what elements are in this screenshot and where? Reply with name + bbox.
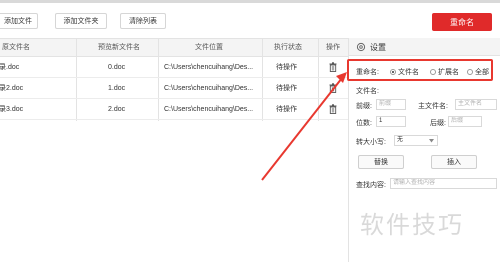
cell-preview-name: 2.doc: [108, 106, 126, 113]
header-location: 文件位置: [195, 44, 223, 51]
find-label: 查找内容:: [356, 182, 386, 189]
digits-label: 位数:: [356, 120, 372, 127]
cell-location: C:\Users\chencuihang\Des...: [164, 64, 254, 71]
trash-icon[interactable]: [329, 62, 337, 72]
header-status: 执行状态: [274, 44, 302, 51]
trash-icon[interactable]: [329, 83, 337, 93]
cell-status: 待操作: [276, 106, 297, 113]
cell-preview-name: 1.doc: [108, 85, 126, 92]
cell-status: 待操作: [276, 85, 297, 92]
header-action: 操作: [326, 44, 340, 51]
filename-section-label: 文件名:: [356, 88, 379, 95]
table-row[interactable]: 目录3.doc 2.doc C:\Users\chencuihang\Des..…: [0, 99, 348, 120]
suffix-input[interactable]: 后缀: [448, 116, 482, 127]
cell-preview-name: 0.doc: [108, 64, 126, 71]
cell-location: C:\Users\chencuihang\Des...: [164, 85, 254, 92]
header-preview-name: 预览新文件名: [98, 44, 140, 51]
case-label: 转大小写:: [356, 139, 386, 146]
settings-header: 设置: [349, 38, 500, 56]
annotation-highlight-box: [347, 59, 493, 81]
prefix-input[interactable]: 前缀: [376, 99, 406, 110]
trash-icon[interactable]: [329, 104, 337, 114]
add-file-button[interactable]: 添加文件: [0, 13, 38, 29]
case-select[interactable]: 无: [394, 135, 438, 146]
add-folder-button[interactable]: 添加文件夹: [55, 13, 107, 29]
find-input[interactable]: 请输入查找内容: [390, 178, 497, 189]
header-original-name: 原文件名: [2, 44, 30, 51]
file-table: 原文件名 预览新文件名 文件位置 执行状态 操作 目录.doc 0.doc C:…: [0, 38, 348, 262]
watermark-text: 软件技巧: [360, 212, 464, 239]
suffix-label: 后缀:: [430, 120, 446, 127]
cell-original-name: 目录2.doc: [0, 85, 24, 92]
gear-icon: [356, 42, 366, 52]
rename-button[interactable]: 重命名: [432, 13, 492, 31]
settings-title: 设置: [370, 43, 386, 52]
case-select-value: 无: [397, 137, 404, 143]
cell-original-name: 目录.doc: [0, 64, 20, 71]
main-name-input[interactable]: 主文件名: [455, 99, 497, 110]
insert-button[interactable]: 插入: [431, 155, 477, 169]
table-row[interactable]: 目录.doc 0.doc C:\Users\chencuihang\Des...…: [0, 57, 348, 78]
chevron-down-icon: [429, 139, 434, 143]
toolbar: 添加文件 添加文件夹 清除列表 重命名: [0, 3, 500, 36]
digits-input[interactable]: 1: [376, 116, 406, 127]
replace-button[interactable]: 替换: [358, 155, 404, 169]
table-row[interactable]: 目录2.doc 1.doc C:\Users\chencuihang\Des..…: [0, 78, 348, 99]
prefix-label: 前缀:: [356, 103, 372, 110]
table-header: 原文件名 预览新文件名 文件位置 执行状态 操作: [0, 39, 348, 57]
clear-list-button[interactable]: 清除列表: [120, 13, 166, 29]
main-name-label: 主文件名:: [418, 103, 448, 110]
cell-status: 待操作: [276, 64, 297, 71]
cell-location: C:\Users\chencuihang\Des...: [164, 106, 254, 113]
cell-original-name: 目录3.doc: [0, 106, 24, 113]
